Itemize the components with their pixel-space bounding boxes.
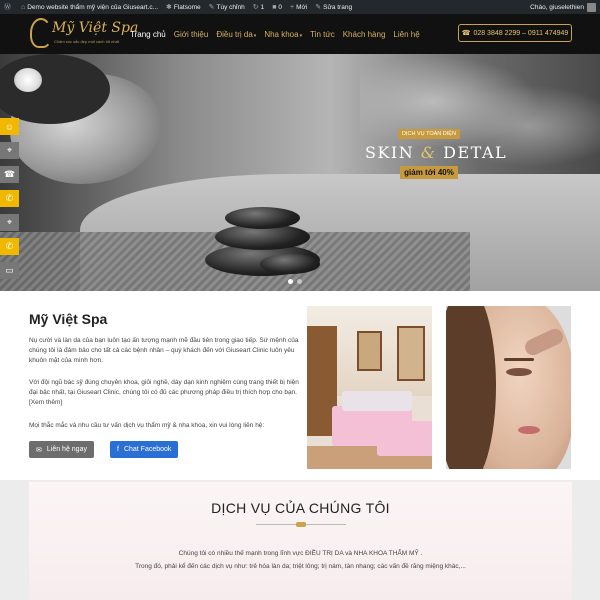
promo-badge: DỊCH VỤ TOÀN DIỆN <box>398 129 460 139</box>
about-paragraph: Nụ cười và làn da của bạn luôn tạo ấn tư… <box>29 337 299 364</box>
comment-icon: ■ <box>272 3 277 11</box>
envelope-icon: ✉ <box>36 446 42 454</box>
slider-dot[interactable] <box>297 279 302 284</box>
admin-comments-link[interactable]: ■ 0 <box>268 0 286 14</box>
facebook-icon: f <box>117 446 119 453</box>
hero-promo: DỊCH VỤ TOÀN DIỆN SKIN & DETAL giảm tới … <box>365 122 508 182</box>
nav-item-about[interactable]: Giới thiệu <box>170 30 213 39</box>
map-pin-icon[interactable]: ⌖ <box>0 214 19 231</box>
phone-icon: ☎ <box>461 30 471 37</box>
nav-item-news[interactable]: Tin tức <box>306 30 339 39</box>
about-paragraph: Với đội ngũ bác sỹ đúng chuyên khoa, giỏ… <box>29 379 299 406</box>
nav-item-skin[interactable]: Điều trị da▾ <box>212 30 260 39</box>
home-icon: ⌂ <box>21 3 26 11</box>
about-title: Mỹ Việt Spa <box>29 311 108 327</box>
avatar <box>587 2 596 12</box>
spa-room-photo <box>307 306 432 469</box>
title-divider <box>256 522 346 527</box>
nav-item-dental[interactable]: Nha khoa▾ <box>260 30 306 39</box>
plus-icon: + <box>290 3 295 11</box>
admin-account-link[interactable]: Chào, giuselethien <box>526 0 600 14</box>
promo-headline: SKIN & DETAL <box>365 143 508 162</box>
about-section: Mỹ Việt Spa Nụ cười và làn da của bạn lu… <box>0 291 600 480</box>
updates-icon: ↻ <box>252 4 259 11</box>
phone-button[interactable]: ☎ 028 3848 2299 – 0911 474949 <box>458 24 572 42</box>
admin-theme-link[interactable]: ✱ Flatsome <box>162 0 205 14</box>
about-paragraph: Mọi thắc mắc và nhu cầu tư vấn dịch vụ t… <box>29 422 265 429</box>
slider-dots <box>288 279 302 284</box>
admin-new-link[interactable]: + Mới <box>286 0 311 14</box>
admin-customize-link[interactable]: ✎ Tùy chỉnh <box>205 0 249 14</box>
phone-icon[interactable]: ✆ <box>0 190 19 207</box>
id-card-icon[interactable]: ▭ <box>0 262 19 279</box>
services-intro: Chúng tôi có nhiều thế mạnh trong lĩnh v… <box>178 550 423 557</box>
side-contact-bar: ☺ ⌖ ☎ ✆ ⌖ ✆ ▭ <box>0 118 19 286</box>
services-intro: Trong đó, phải kể đến các dịch vụ như: t… <box>135 563 466 570</box>
skin-care-photo <box>446 306 571 469</box>
admin-site-link[interactable]: ⌂ Demo website thẩm mỹ viện của Giuseart.… <box>17 0 162 14</box>
services-section: DỊCH VỤ CỦA CHÚNG TÔI Chúng tôi có nhiều… <box>29 482 572 600</box>
admin-edit-link[interactable]: ✎ Sửa trang <box>311 0 356 14</box>
hot-stone-image <box>260 254 320 274</box>
hot-stone-image <box>225 207 300 229</box>
logo-tagline: Chăm sóc sắc đẹp một cách tốt nhất <box>54 39 119 44</box>
site-logo[interactable]: Mỹ Việt Spa Chăm sóc sắc đẹp một cách tố… <box>30 17 138 51</box>
flower-image <box>14 68 42 92</box>
theme-icon: ✱ <box>166 4 172 11</box>
nav-item-contact[interactable]: Liên hệ <box>389 30 423 39</box>
facebook-chat-button[interactable]: f Chat Facebook <box>110 441 179 458</box>
wp-logo-icon[interactable]: Ⓦ <box>0 0 17 14</box>
map-pin-icon[interactable]: ⌖ <box>0 142 19 159</box>
logo-swirl-icon <box>30 18 52 48</box>
services-title: DỊCH VỤ CỦA CHÚNG TÔI <box>211 500 390 516</box>
pencil-icon: ✎ <box>315 4 322 11</box>
main-nav: Trang chủ Giới thiệu Điều trị da▾ Nha kh… <box>126 14 424 54</box>
nav-item-home[interactable]: Trang chủ <box>126 30 170 39</box>
chevron-down-icon: ▾ <box>253 32 257 39</box>
slider-dot[interactable] <box>288 279 293 284</box>
phone-icon[interactable]: ✆ <box>0 238 19 255</box>
admin-bar: Ⓦ ⌂ Demo website thẩm mỹ viện của Giusear… <box>0 0 600 14</box>
nav-item-customers[interactable]: Khách hàng <box>339 30 390 39</box>
site-header: Mỹ Việt Spa Chăm sóc sắc đẹp một cách tố… <box>0 14 600 54</box>
user-icon[interactable]: ☺ <box>0 118 19 135</box>
admin-updates-link[interactable]: ↻ 1 <box>249 0 269 14</box>
hero-slider[interactable]: DỊCH VỤ TOÀN DIỆN SKIN & DETAL giảm tới … <box>0 54 600 291</box>
promo-discount: giảm tới 40% <box>400 166 458 179</box>
contact-now-button[interactable]: ✉ Liên hệ ngay <box>29 441 94 458</box>
chevron-down-icon: ▾ <box>299 32 303 39</box>
brush-icon: ✎ <box>208 4 215 11</box>
phone-icon[interactable]: ☎ <box>0 166 19 183</box>
